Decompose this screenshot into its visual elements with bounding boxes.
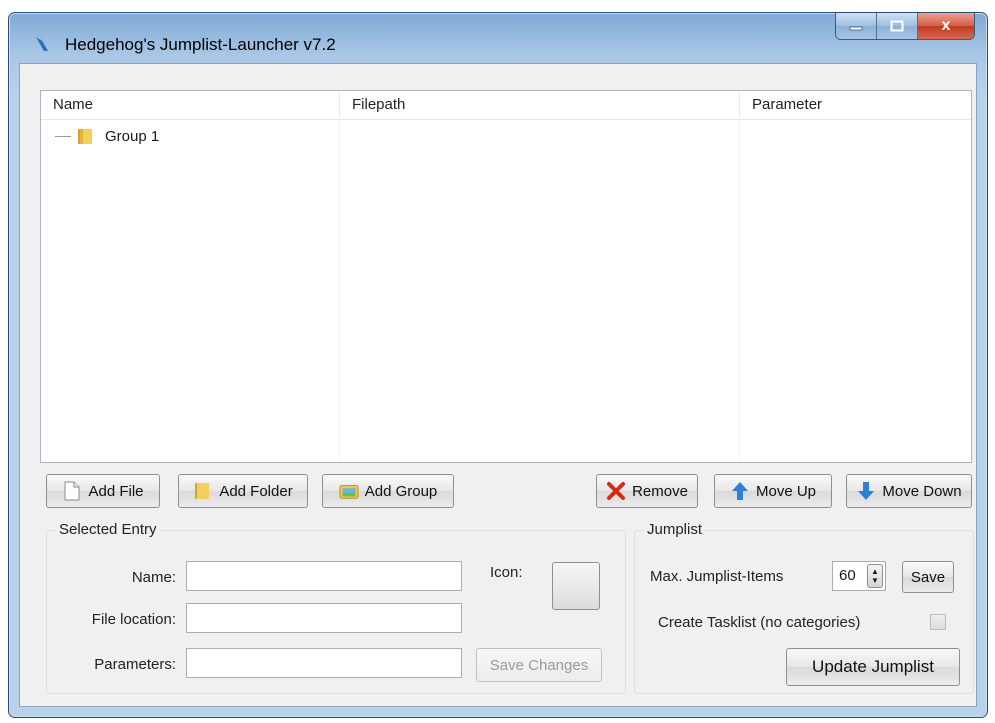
add-folder-label: Add Folder (219, 482, 293, 500)
file-location-field[interactable] (186, 603, 462, 633)
maximize-button[interactable] (877, 13, 918, 39)
max-items-value: 60 (839, 567, 856, 584)
minimize-button[interactable] (836, 13, 877, 39)
column-header-name[interactable]: Name (41, 91, 338, 119)
update-jumplist-button[interactable]: Update Jumplist (786, 648, 960, 686)
column-header-filepath[interactable]: Filepath (339, 91, 752, 119)
remove-icon (606, 481, 626, 501)
add-folder-button[interactable]: Add Folder (178, 474, 308, 508)
name-label: Name: (131, 569, 176, 586)
add-file-label: Add File (88, 482, 144, 500)
jumplist-title: Jumplist (644, 521, 706, 538)
close-button[interactable]: x (918, 13, 974, 39)
move-up-label: Move Up (755, 482, 817, 500)
save-jumplist-button[interactable]: Save (902, 561, 954, 593)
spin-arrows-icon[interactable]: ▲ ▼ (867, 564, 883, 588)
save-label: Save (910, 568, 946, 586)
tasklist-label: Create Tasklist (no categories) (658, 614, 861, 631)
add-group-button[interactable]: Add Group (322, 474, 454, 508)
tree-header: Name Filepath Parameter (41, 91, 971, 120)
app-logo-icon (36, 37, 48, 51)
name-field[interactable] (186, 561, 462, 591)
selected-entry-title: Selected Entry (56, 521, 160, 538)
title-bar[interactable]: Hedgehog's Jumplist-Launcher v7.2 x (9, 13, 987, 65)
window-controls: x (835, 13, 975, 40)
entries-tree[interactable]: Name Filepath Parameter Group 1 (40, 90, 972, 463)
icon-picker-button[interactable] (552, 562, 600, 610)
move-down-button[interactable]: Move Down (846, 474, 972, 508)
client-area: Name Filepath Parameter Group 1 Add File… (19, 63, 977, 707)
save-changes-button[interactable]: Save Changes (476, 648, 602, 682)
move-up-button[interactable]: Move Up (714, 474, 832, 508)
arrow-up-icon (730, 481, 750, 501)
tree-connector (55, 135, 71, 137)
minimize-icon (849, 26, 863, 31)
parameters-label: Parameters: (94, 656, 176, 673)
max-items-spinbox[interactable]: 60 ▲ ▼ (832, 561, 886, 591)
tree-item-group[interactable]: Group 1 (55, 125, 159, 147)
folder-icon (78, 129, 92, 144)
close-icon: x (941, 17, 951, 34)
icon-label: Icon: (490, 564, 523, 581)
file-icon (62, 481, 82, 501)
file-location-label: File location: (91, 611, 176, 628)
tasklist-checkbox[interactable] (930, 614, 946, 630)
column-divider (739, 119, 740, 462)
save-changes-label: Save Changes (489, 656, 589, 674)
group-icon (339, 481, 359, 501)
maximize-icon (890, 20, 904, 32)
add-file-button[interactable]: Add File (46, 474, 160, 508)
folder-icon (193, 481, 213, 501)
tree-item-label: Group 1 (105, 127, 160, 145)
column-divider (339, 119, 340, 462)
max-items-label: Max. Jumplist-Items (650, 568, 784, 585)
arrow-down-icon (856, 481, 876, 501)
remove-label: Remove (632, 482, 688, 500)
column-header-parameter[interactable]: Parameter (739, 91, 984, 119)
update-jumplist-label: Update Jumplist (812, 657, 934, 676)
remove-button[interactable]: Remove (596, 474, 698, 508)
move-down-label: Move Down (882, 482, 962, 500)
add-group-label: Add Group (364, 482, 438, 500)
parameters-field[interactable] (186, 648, 462, 678)
window-title: Hedgehog's Jumplist-Launcher v7.2 (65, 35, 336, 54)
app-window: Hedgehog's Jumplist-Launcher v7.2 x Name… (8, 12, 988, 718)
